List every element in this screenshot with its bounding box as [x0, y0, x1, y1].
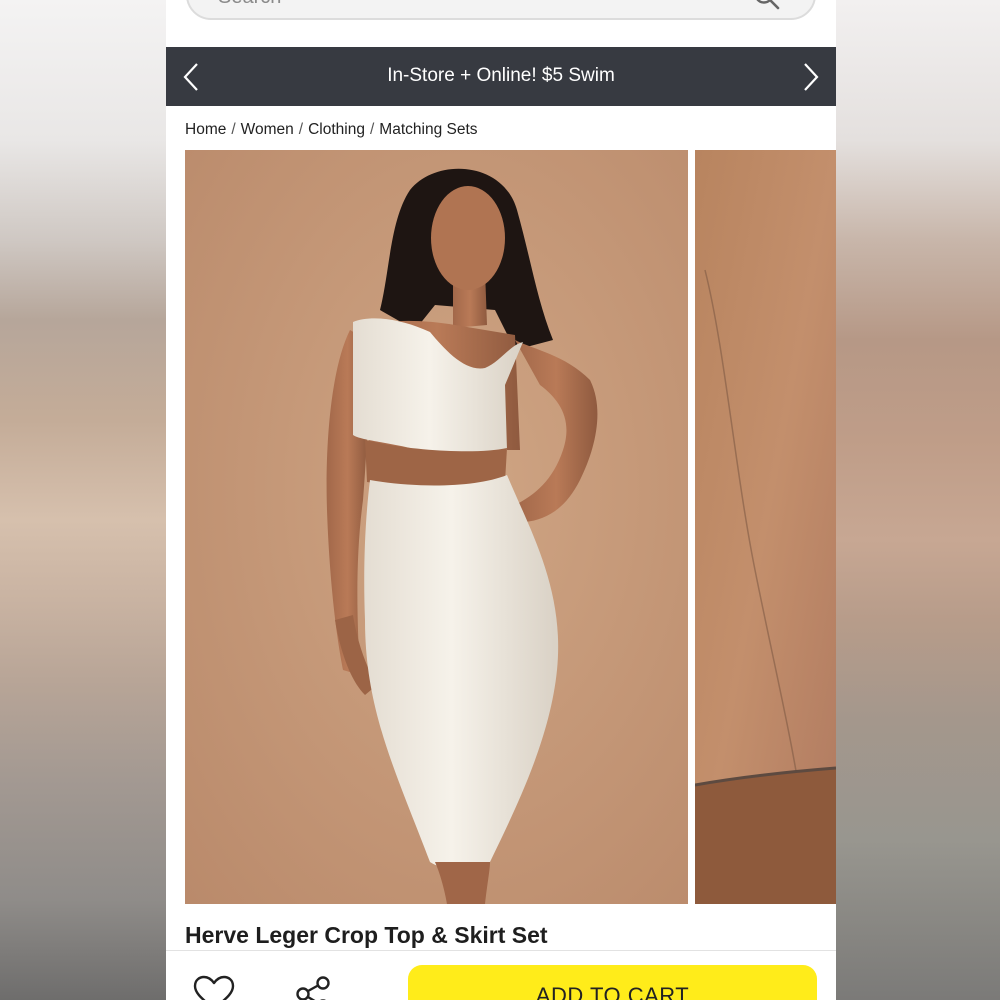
chevron-left-icon[interactable]	[180, 61, 202, 93]
blurred-backdrop-left	[0, 0, 166, 1000]
breadcrumb-women[interactable]: Women	[241, 121, 294, 139]
breadcrumb-separator: /	[369, 121, 375, 138]
chevron-right-icon[interactable]	[800, 61, 822, 93]
share-icon[interactable]	[292, 975, 336, 1000]
search-bar[interactable]	[186, 0, 816, 20]
breadcrumb-separator: /	[231, 121, 236, 138]
promo-banner: In-Store + Online! $5 Swim	[166, 47, 836, 106]
product-photo	[185, 150, 688, 904]
product-image-main[interactable]	[185, 150, 688, 904]
search-input[interactable]	[216, 0, 740, 10]
product-title: Herve Leger Crop Top & Skirt Set	[185, 922, 548, 948]
heart-icon[interactable]	[192, 975, 236, 1000]
product-image-next[interactable]	[695, 150, 836, 904]
search-icon[interactable]	[752, 0, 782, 12]
promo-text[interactable]: In-Store + Online! $5 Swim	[236, 65, 766, 87]
add-to-cart-button[interactable]: ADD TO CART	[408, 965, 817, 1000]
breadcrumb-clothing[interactable]: Clothing	[308, 121, 365, 139]
action-bar: ADD TO CART	[166, 950, 836, 1000]
breadcrumb-matching-sets[interactable]: Matching Sets	[379, 121, 477, 139]
breadcrumb: Home / Women / Clothing / Matching Sets	[185, 121, 478, 139]
breadcrumb-home[interactable]: Home	[185, 121, 226, 139]
blurred-backdrop-right	[834, 0, 1000, 1000]
breadcrumb-separator: /	[298, 121, 304, 138]
mobile-page: In-Store + Online! $5 Swim Home / Women …	[166, 0, 836, 1000]
product-photo-next	[695, 150, 836, 904]
